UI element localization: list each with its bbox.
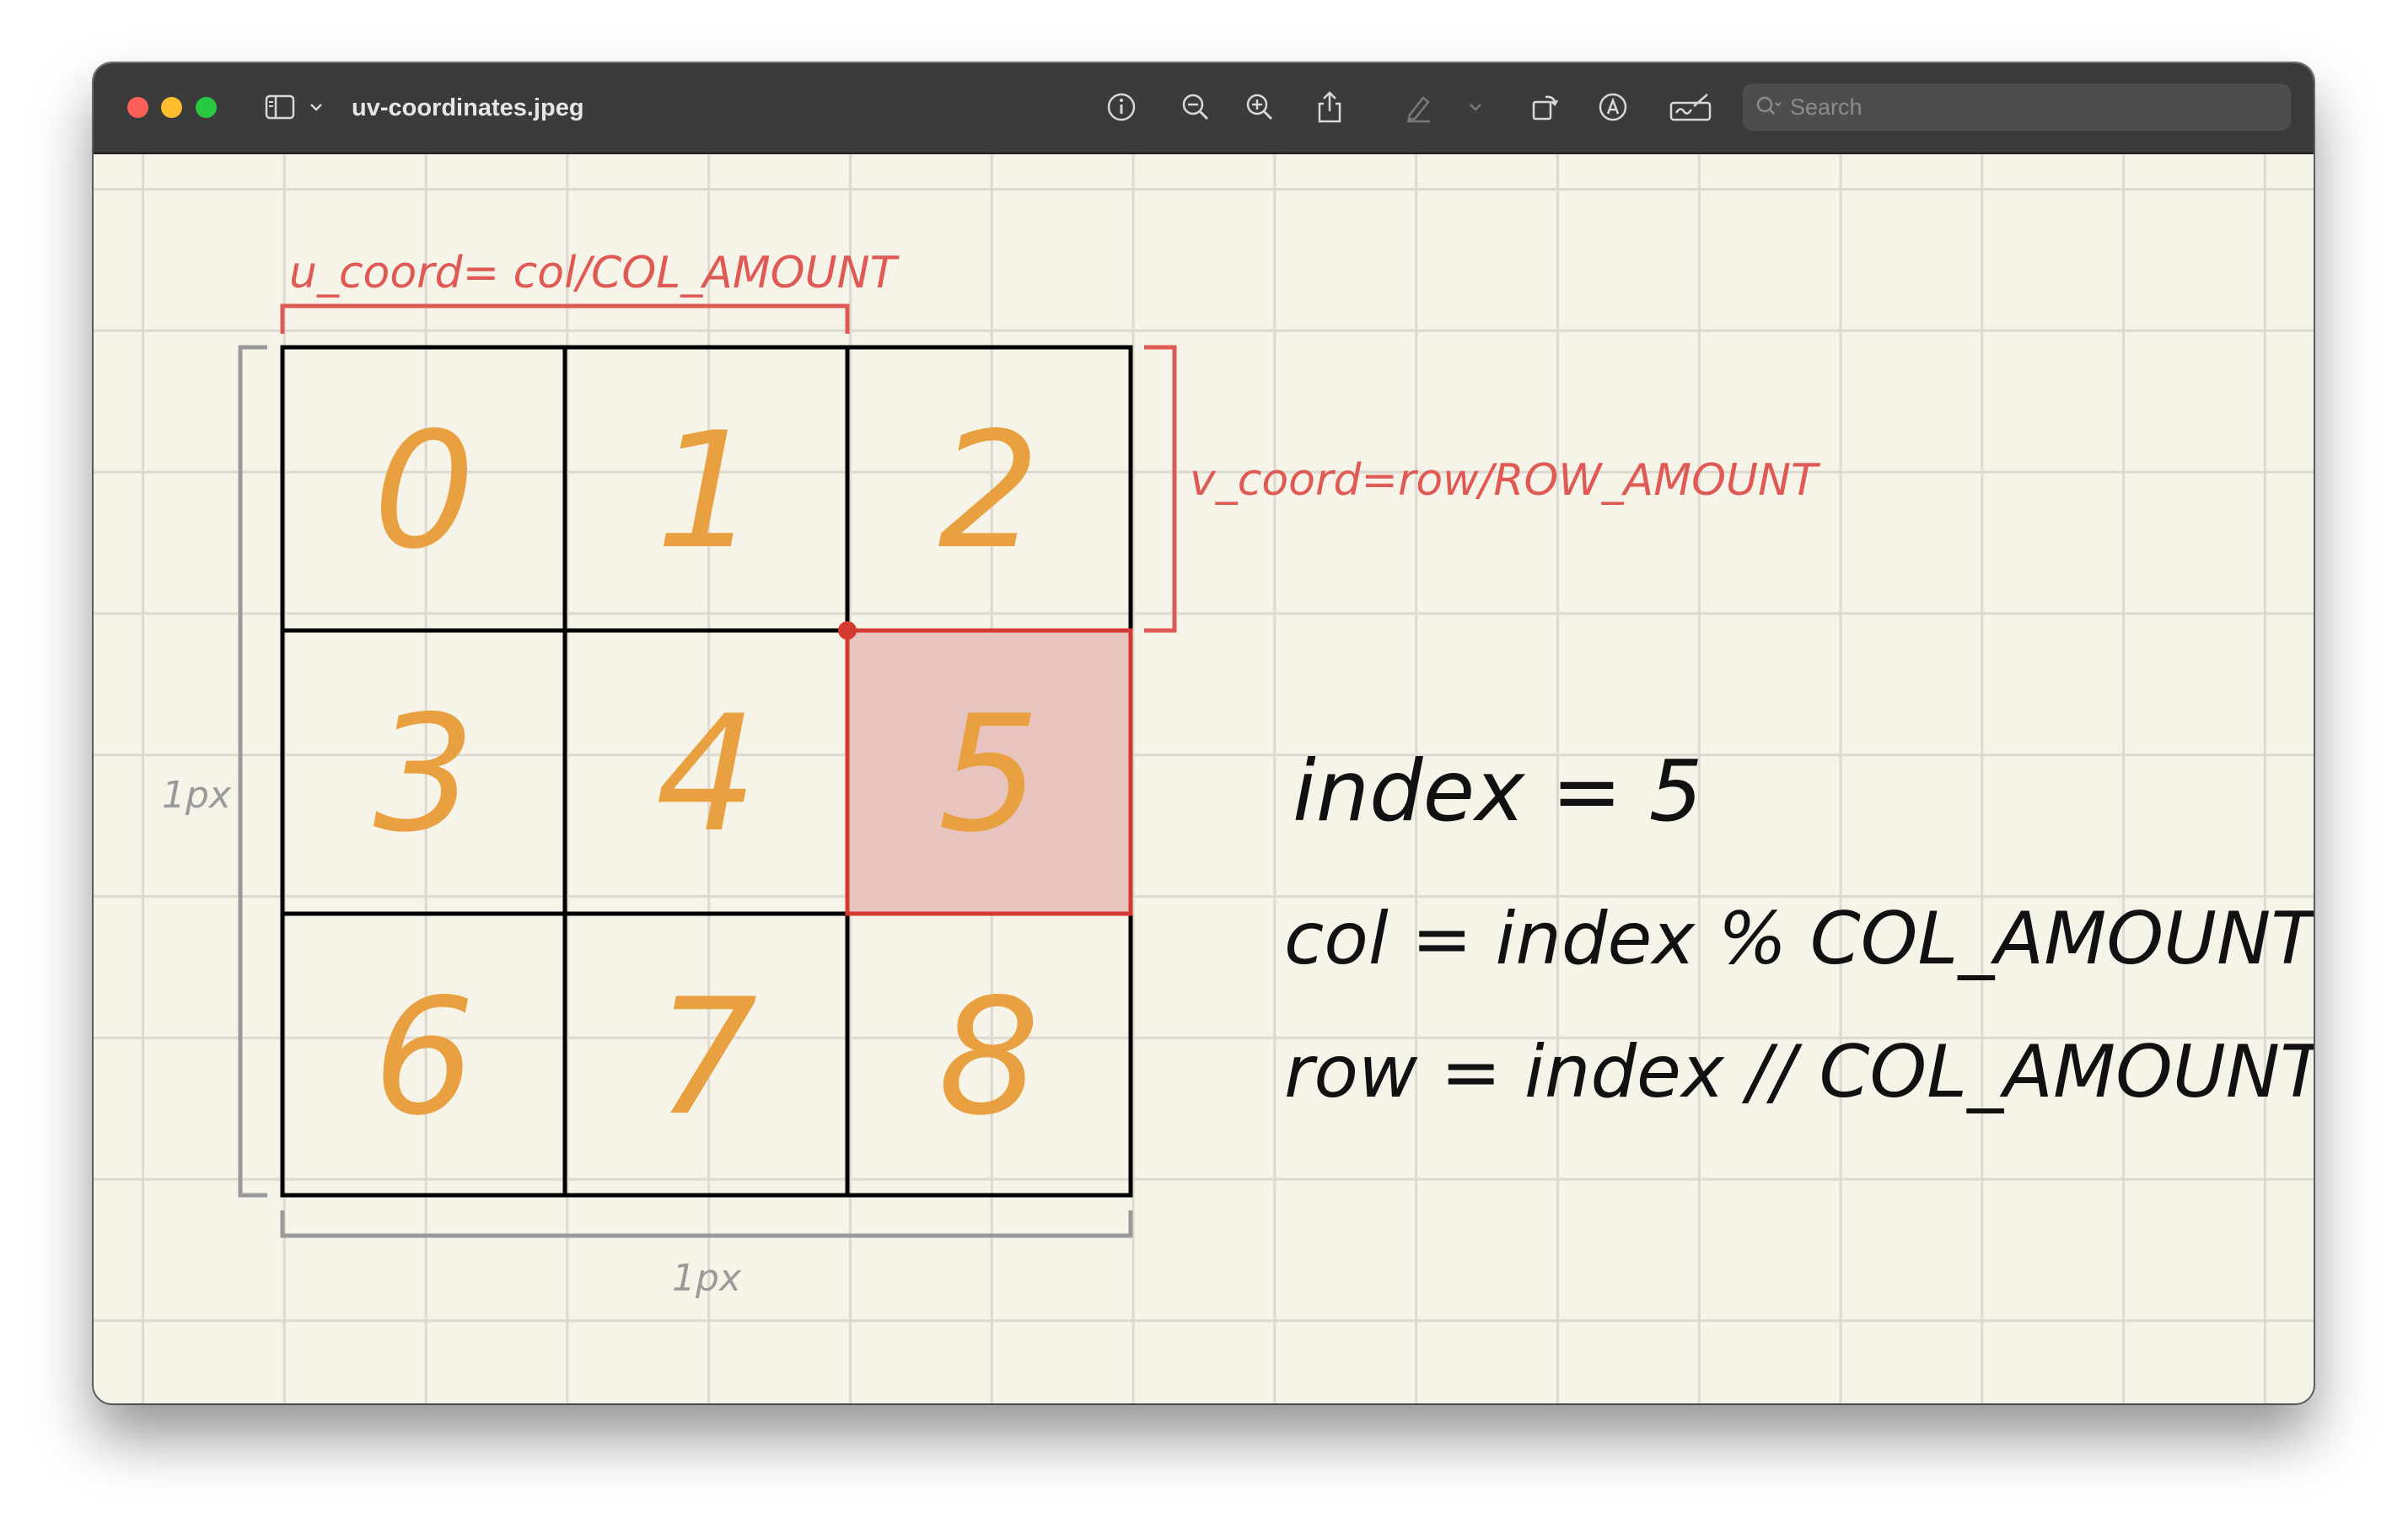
left-dimension-label: 1px (162, 774, 232, 817)
info-icon[interactable] (1102, 85, 1141, 129)
uv-diagram: 0 1 2 3 4 5 6 7 8 u_coord= col/COL_AMOUN… (162, 248, 2314, 1300)
formula-index: index = 5 (1293, 742, 1702, 840)
markup-icon[interactable] (1594, 85, 1632, 129)
zoom-window-button[interactable] (196, 97, 217, 118)
share-icon[interactable] (1310, 85, 1349, 129)
cell-digit: 0 (374, 398, 476, 584)
formula-row: row = index // COL_AMOUNT (1284, 1030, 2314, 1114)
image-canvas: 0 1 2 3 4 5 6 7 8 u_coord= col/COL_AMOUN… (94, 154, 2314, 1403)
close-window-button[interactable] (127, 97, 148, 118)
formula-col: col = index % COL_AMOUNT (1284, 897, 2314, 981)
chevron-down-icon[interactable] (1466, 85, 1485, 129)
bottom-dimension-bracket (280, 1210, 1133, 1238)
document-title: uv-coordinates.jpeg (352, 94, 584, 121)
minimize-window-button[interactable] (161, 97, 182, 118)
origin-point (838, 621, 857, 640)
cell-digit: 5 (938, 681, 1040, 867)
zoom-out-icon[interactable] (1176, 85, 1215, 129)
cell-digit: 6 (374, 964, 476, 1151)
cell-digit: 8 (938, 964, 1040, 1151)
title-bar: uv-coordinates.jpeg (94, 63, 2314, 154)
bottom-dimension-label: 1px (672, 1257, 742, 1300)
rotate-icon[interactable] (1525, 85, 1564, 129)
highlight-pen-icon[interactable] (1399, 85, 1438, 129)
preview-window: uv-coordinates.jpeg Search 0 1 2 3 4 5 6… (94, 63, 2314, 1403)
v-coord-label: v_coord=row/ROW_AMOUNT (1190, 455, 1821, 506)
cell-digit: 4 (656, 681, 758, 867)
search-input[interactable] (1788, 93, 2264, 121)
cell-digit: 3 (374, 681, 476, 867)
u-bracket (280, 303, 850, 334)
sidebar-icon[interactable] (262, 85, 298, 129)
search-field[interactable] (1743, 83, 2291, 131)
search-icon (1755, 94, 1783, 120)
left-dimension-bracket (238, 345, 267, 1198)
cell-digit: 1 (656, 398, 758, 584)
chevron-down-icon[interactable] (307, 85, 325, 129)
v-bracket (1144, 345, 1177, 633)
cell-digit: 7 (656, 964, 758, 1151)
u-coord-label: u_coord= col/COL_AMOUNT (289, 248, 900, 298)
cell-digit: 2 (938, 398, 1040, 584)
signature-icon[interactable] (1667, 85, 1714, 129)
zoom-in-icon[interactable] (1240, 85, 1279, 129)
